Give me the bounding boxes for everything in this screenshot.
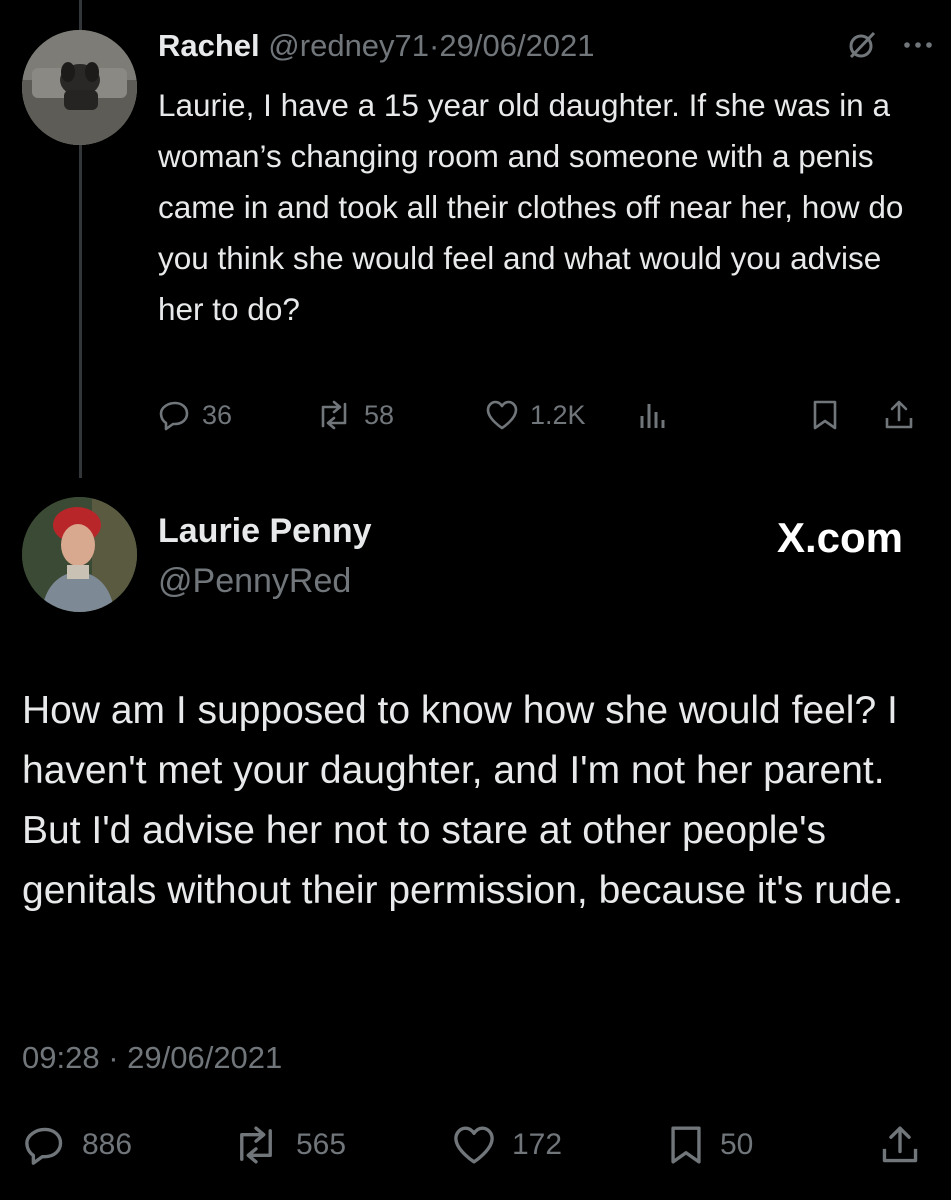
tweet2-actions: 886 565 172 50 [22,1118,932,1172]
repost-button[interactable]: 58 [314,393,394,437]
reply-count: 886 [82,1128,133,1161]
share-icon [882,398,916,432]
author-name[interactable]: Laurie Penny [158,512,372,551]
x-com-watermark: X.com [776,514,903,561]
bookmark-icon [666,1123,706,1167]
tweet1-top-icons [847,30,933,60]
reply-icon [22,1123,68,1167]
reply-button[interactable]: 886 [22,1118,132,1172]
share-button[interactable] [882,393,916,437]
like-icon [450,1123,498,1167]
separator-dot: · [429,28,440,63]
reply-button[interactable]: 36 [158,393,232,437]
tweet1-actions: 36 58 1.2K [158,393,918,437]
repost-icon [314,398,354,432]
avatar-image [22,30,137,145]
views-button[interactable] [636,393,670,437]
avatar-laurie-penny[interactable] [22,497,137,612]
author-name[interactable]: Rachel [158,28,260,63]
like-count: 1.2K [530,399,586,430]
tweet-date[interactable]: 29/06/2021 [439,28,594,63]
repost-count: 58 [364,399,395,430]
tweet1-text: Laurie, I have a 15 year old daughter. I… [158,87,904,327]
like-button[interactable]: 1.2K [484,393,586,437]
like-button[interactable]: 172 [450,1118,562,1172]
share-icon [878,1123,922,1167]
tweet-timestamp[interactable]: 09:28 · 29/06/2021 [22,1040,282,1076]
author-handle[interactable]: @PennyRed [158,562,351,601]
tweet1-header: Rachel @redney71·29/06/2021 [158,28,595,64]
repost-count: 565 [296,1128,347,1161]
bookmark-button[interactable] [810,393,840,437]
share-button[interactable] [878,1118,922,1172]
reply-count: 36 [202,399,233,430]
bookmark-button[interactable]: 50 [666,1118,753,1172]
author-handle[interactable]: @redney71 [268,28,429,63]
reply-icon [158,398,192,432]
bookmark-icon [810,398,840,432]
like-icon [484,398,520,432]
repost-icon [230,1123,282,1167]
repost-button[interactable]: 565 [230,1118,346,1172]
bookmark-count: 50 [720,1128,754,1161]
like-count: 172 [512,1128,563,1161]
tweet2-text: How am I supposed to know how she would … [22,689,904,912]
avatar-image [22,497,137,612]
avatar-rachel[interactable] [22,30,137,145]
more-icon[interactable] [903,40,933,50]
grok-icon[interactable] [847,30,877,60]
views-icon [636,398,670,432]
